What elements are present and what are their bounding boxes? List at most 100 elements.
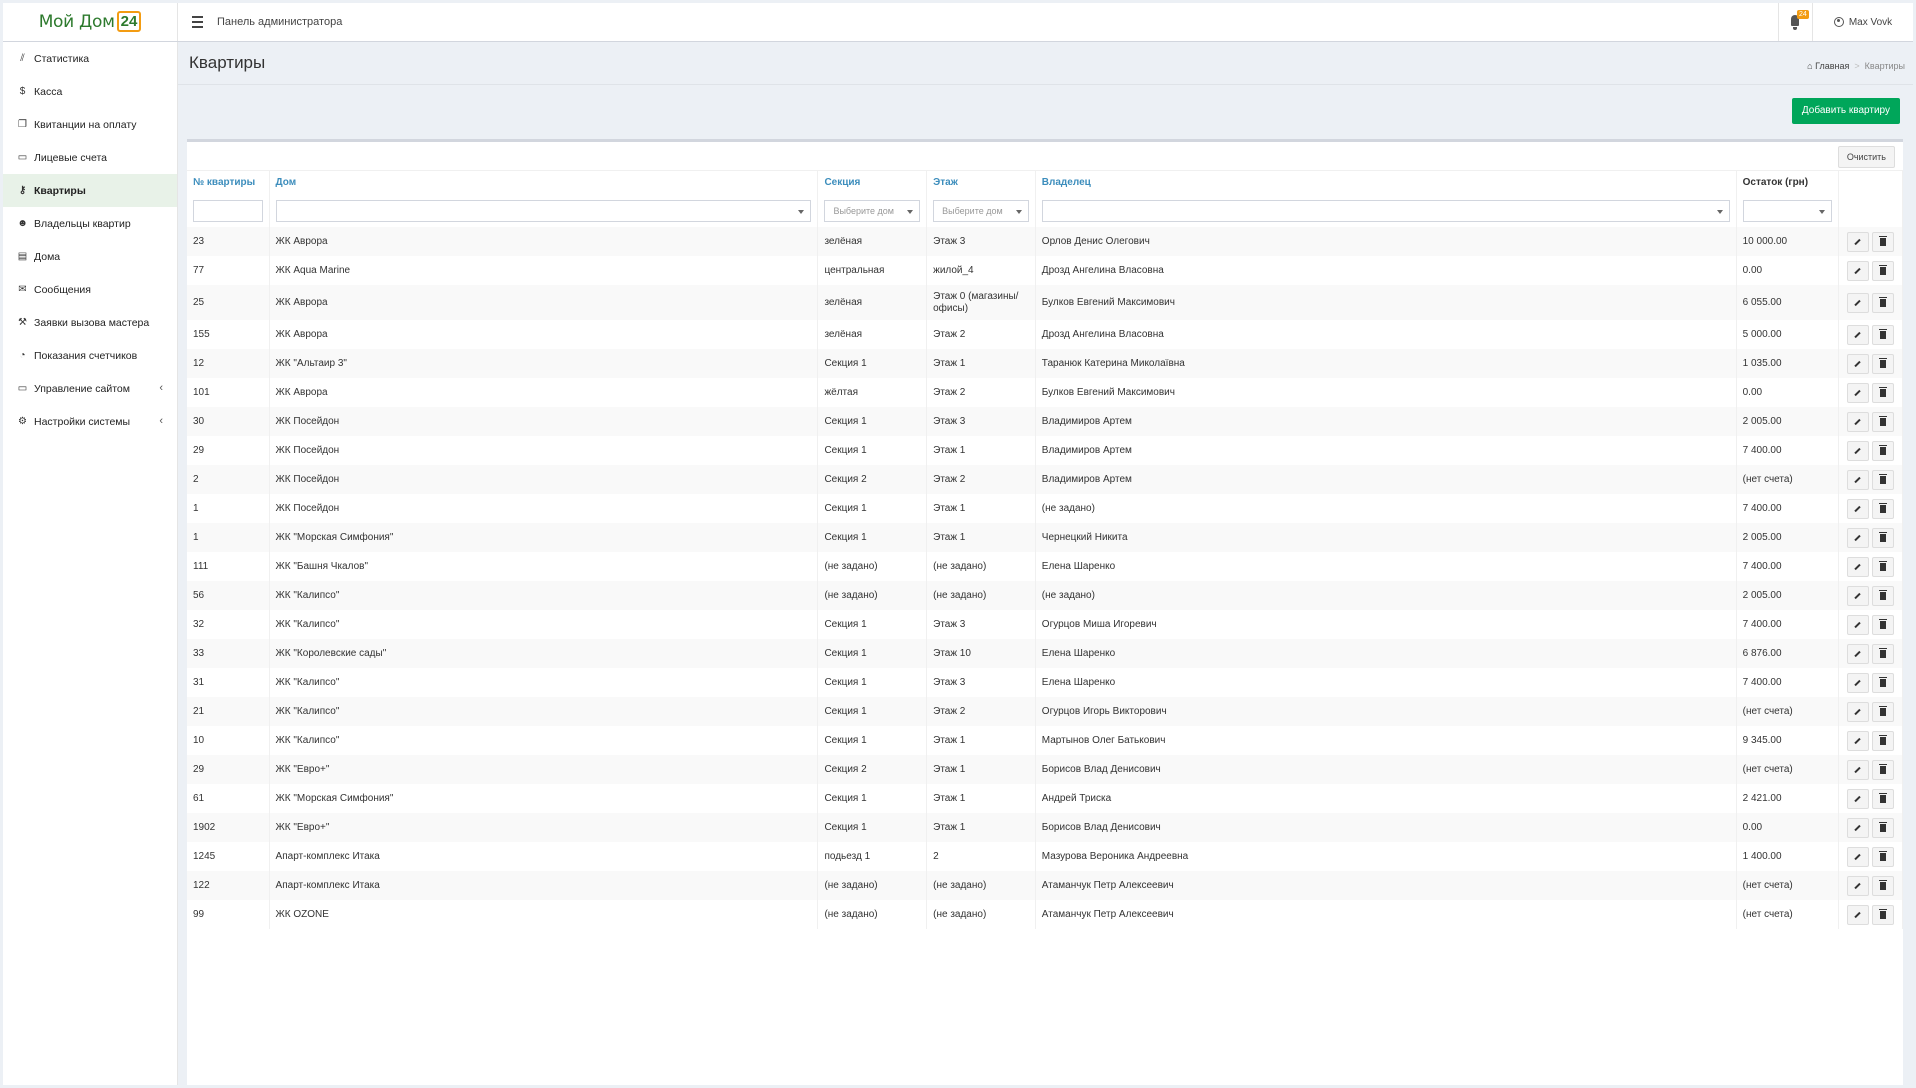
- table-row[interactable]: 56 ЖК "Калипсо" (не задано) (не задано) (не …: [187, 581, 1904, 610]
- chevron-left-icon[interactable]: ‹: [159, 382, 163, 394]
- table-row[interactable]: 1245 Апарт-комплекс Итака подьезд 1 2 Мазуро…: [187, 842, 1904, 871]
- delete-trash-icon[interactable]: [1871, 817, 1894, 838]
- edit-pencil-icon[interactable]: [1846, 469, 1869, 490]
- delete-trash-icon[interactable]: [1871, 701, 1894, 722]
- edit-pencil-icon[interactable]: [1846, 614, 1869, 635]
- delete-trash-icon[interactable]: [1871, 643, 1894, 664]
- table-row[interactable]: 23 ЖК Аврора зелёная Этаж 3 Орлов Денис Олег…: [187, 227, 1904, 256]
- table-row[interactable]: 122 Апарт-комплекс Итака (не задано) (не за…: [187, 871, 1904, 900]
- edit-pencil-icon[interactable]: [1846, 324, 1869, 345]
- notifications-bell-icon[interactable]: 24: [1778, 3, 1812, 41]
- edit-pencil-icon[interactable]: [1846, 788, 1869, 809]
- sidebar-item-1[interactable]: $ Касса: [3, 75, 177, 108]
- table-row[interactable]: 31 ЖК "Калипсо" Секция 1 Этаж 3 Елена Шаренк…: [187, 668, 1904, 697]
- edit-pencil-icon[interactable]: [1846, 353, 1869, 374]
- sidebar-item-10[interactable]: ▭ Управление сайтом ‹: [3, 372, 177, 405]
- edit-pencil-icon[interactable]: [1846, 817, 1869, 838]
- add-apartment-button[interactable]: Добавить квартиру: [1791, 98, 1900, 124]
- filter-floor-select[interactable]: Выберите дом: [933, 199, 1029, 222]
- edit-pencil-icon[interactable]: [1846, 730, 1869, 751]
- sidebar-item-0[interactable]: ⫽ Статистика: [3, 42, 177, 75]
- menu-toggle-icon[interactable]: [189, 13, 207, 31]
- delete-trash-icon[interactable]: [1871, 292, 1894, 313]
- logo[interactable]: Мой Дом 24: [3, 3, 178, 41]
- table-row[interactable]: 25 ЖК Аврора зелёная Этаж 0 (магазины/ офис…: [187, 285, 1904, 320]
- column-header-house[interactable]: Дом: [269, 170, 819, 194]
- table-row[interactable]: 32 ЖК "Калипсо" Секция 1 Этаж 3 Огурцов Миша…: [187, 610, 1904, 639]
- edit-pencil-icon[interactable]: [1846, 672, 1869, 693]
- table-row[interactable]: 12 ЖК "Альтаир 3" Секция 1 Этаж 1 Таранюк Ка…: [187, 349, 1904, 378]
- edit-pencil-icon[interactable]: [1846, 701, 1869, 722]
- sidebar-item-3[interactable]: ▭ Лицевые счета: [3, 141, 177, 174]
- edit-pencil-icon[interactable]: [1846, 527, 1869, 548]
- edit-pencil-icon[interactable]: [1846, 231, 1869, 252]
- edit-pencil-icon[interactable]: [1846, 759, 1869, 780]
- table-row[interactable]: 33 ЖК "Королевские сады" Секция 1 Этаж 10 Ел…: [187, 639, 1904, 668]
- table-row[interactable]: 29 ЖК "Евро+" Секция 2 Этаж 1 Борисов Влад Д…: [187, 755, 1904, 784]
- table-row[interactable]: 99 ЖК OZONE (не задано) (не задано) Атаманчу…: [187, 900, 1904, 929]
- table-row[interactable]: 1 ЖК "Морская Симфония" Секция 1 Этаж 1 Черн…: [187, 523, 1904, 552]
- column-header-floor[interactable]: Этаж: [926, 170, 1036, 194]
- column-header-section[interactable]: Секция: [817, 170, 928, 194]
- edit-pencil-icon[interactable]: [1846, 643, 1869, 664]
- table-row[interactable]: 29 ЖК Посейдон Секция 1 Этаж 1 Владимиров Ар…: [187, 436, 1904, 465]
- delete-trash-icon[interactable]: [1871, 875, 1894, 896]
- delete-trash-icon[interactable]: [1871, 440, 1894, 461]
- user-menu[interactable]: Max Vovk: [1812, 3, 1913, 41]
- breadcrumb-home-link[interactable]: ⌂ Главная: [1807, 61, 1849, 71]
- table-row[interactable]: 155 ЖК Аврора зелёная Этаж 2 Дрозд Ангелина …: [187, 320, 1904, 349]
- sidebar-item-9[interactable]: ◔ Показания счетчиков: [3, 339, 177, 372]
- delete-trash-icon[interactable]: [1871, 527, 1894, 548]
- edit-pencil-icon[interactable]: [1846, 440, 1869, 461]
- sidebar-item-5[interactable]: ☻ Владельцы квартир: [3, 207, 177, 240]
- edit-pencil-icon[interactable]: [1846, 875, 1869, 896]
- edit-pencil-icon[interactable]: [1846, 292, 1869, 313]
- table-row[interactable]: 111 ЖК "Башня Чкалов" (не задано) (не задан…: [187, 552, 1904, 581]
- delete-trash-icon[interactable]: [1871, 498, 1894, 519]
- sidebar-item-11[interactable]: ⚙ Настройки системы ‹: [3, 405, 177, 438]
- edit-pencil-icon[interactable]: [1846, 846, 1869, 867]
- edit-pencil-icon[interactable]: [1846, 585, 1869, 606]
- edit-pencil-icon[interactable]: [1846, 382, 1869, 403]
- delete-trash-icon[interactable]: [1871, 614, 1894, 635]
- table-row[interactable]: 1902 ЖК "Евро+" Секция 1 Этаж 1 Борисов Влад…: [187, 813, 1904, 842]
- delete-trash-icon[interactable]: [1871, 411, 1894, 432]
- delete-trash-icon[interactable]: [1871, 846, 1894, 867]
- delete-trash-icon[interactable]: [1871, 469, 1894, 490]
- delete-trash-icon[interactable]: [1871, 382, 1894, 403]
- filter-balance-select[interactable]: [1742, 199, 1832, 222]
- sidebar-item-2[interactable]: ❐ Квитанции на оплату: [3, 108, 177, 141]
- table-row[interactable]: 30 ЖК Посейдон Секция 1 Этаж 3 Владимиров Ар…: [187, 407, 1904, 436]
- table-row[interactable]: 61 ЖК "Морская Симфония" Секция 1 Этаж 1 Анд…: [187, 784, 1904, 813]
- table-row[interactable]: 101 ЖК Аврора жёлтая Этаж 2 Булков Евгений М…: [187, 378, 1904, 407]
- table-row[interactable]: 1 ЖК Посейдон Секция 1 Этаж 1 (не задано) 7 4…: [187, 494, 1904, 523]
- delete-trash-icon[interactable]: [1871, 788, 1894, 809]
- delete-trash-icon[interactable]: [1871, 672, 1894, 693]
- table-row[interactable]: 10 ЖК "Калипсо" Секция 1 Этаж 1 Мартынов Оле…: [187, 726, 1904, 755]
- table-row[interactable]: 2 ЖК Посейдон Секция 2 Этаж 2 Владимиров Арт…: [187, 465, 1904, 494]
- column-header-owner[interactable]: Владелец: [1035, 170, 1737, 194]
- sidebar-item-6[interactable]: ▤ Дома: [3, 240, 177, 273]
- sidebar-item-7[interactable]: ✉ Сообщения: [3, 273, 177, 306]
- clear-filters-button[interactable]: Очистить: [1837, 146, 1895, 168]
- delete-trash-icon[interactable]: [1871, 231, 1894, 252]
- delete-trash-icon[interactable]: [1871, 730, 1894, 751]
- column-header-number[interactable]: № квартиры: [187, 170, 270, 194]
- table-row[interactable]: 21 ЖК "Калипсо" Секция 1 Этаж 2 Огурцов Игор…: [187, 697, 1904, 726]
- delete-trash-icon[interactable]: [1871, 353, 1894, 374]
- delete-trash-icon[interactable]: [1871, 324, 1894, 345]
- edit-pencil-icon[interactable]: [1846, 260, 1869, 281]
- filter-number-input[interactable]: [193, 199, 263, 222]
- edit-pencil-icon[interactable]: [1846, 904, 1869, 925]
- delete-trash-icon[interactable]: [1871, 260, 1894, 281]
- sidebar-item-4[interactable]: ⚷ Квартиры: [3, 174, 177, 207]
- delete-trash-icon[interactable]: [1871, 904, 1894, 925]
- edit-pencil-icon[interactable]: [1846, 498, 1869, 519]
- delete-trash-icon[interactable]: [1871, 556, 1894, 577]
- delete-trash-icon[interactable]: [1871, 759, 1894, 780]
- delete-trash-icon[interactable]: [1871, 585, 1894, 606]
- edit-pencil-icon[interactable]: [1846, 411, 1869, 432]
- chevron-left-icon[interactable]: ‹: [159, 415, 163, 427]
- table-row[interactable]: 77 ЖК Aqua Marine центральная жилой_4 Дрозд …: [187, 256, 1904, 285]
- filter-owner-select[interactable]: [1041, 199, 1730, 222]
